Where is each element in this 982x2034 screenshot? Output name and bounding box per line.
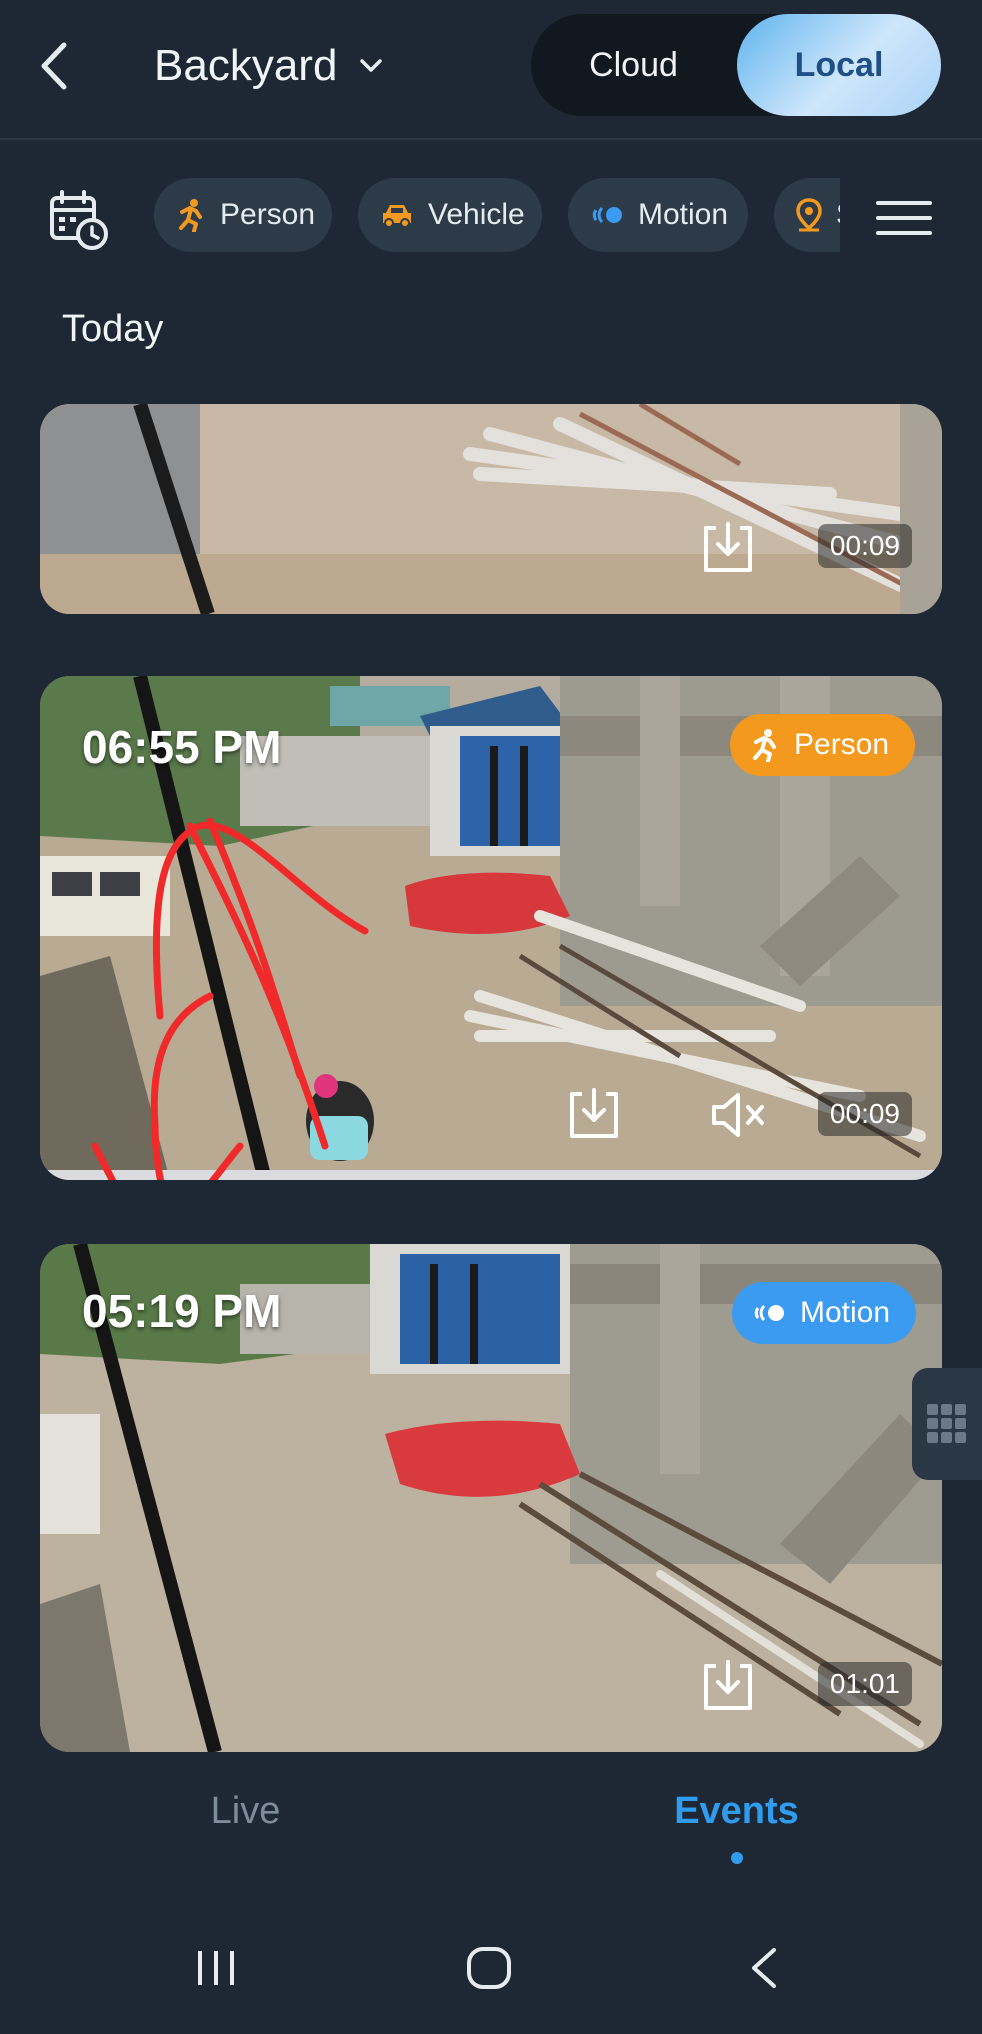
system-navigation-bar bbox=[0, 1902, 982, 2034]
local-tab[interactable]: Local bbox=[737, 14, 941, 116]
filter-chip-label: S bbox=[836, 198, 840, 232]
back-button[interactable] bbox=[30, 36, 78, 96]
location-pin-icon bbox=[796, 198, 822, 232]
camera-selector[interactable]: Backyard bbox=[154, 36, 383, 96]
grid-icon bbox=[927, 1404, 966, 1443]
chevron-down-icon bbox=[360, 59, 383, 72]
filter-chip-vehicle[interactable]: Vehicle bbox=[358, 178, 542, 252]
tab-events[interactable]: Events bbox=[491, 1790, 982, 1833]
cloud-tab[interactable]: Cloud bbox=[531, 14, 736, 116]
calendar-clock-icon bbox=[50, 190, 108, 250]
clip-duration: 00:09 bbox=[817, 1092, 912, 1136]
active-tab-indicator bbox=[731, 1852, 743, 1864]
download-icon[interactable] bbox=[566, 1086, 622, 1142]
person-running-icon bbox=[179, 199, 202, 232]
download-icon[interactable] bbox=[700, 520, 756, 576]
home-icon[interactable] bbox=[466, 1946, 512, 1990]
event-time: 06:55 PM bbox=[82, 721, 282, 773]
top-bar: Backyard Cloud Local bbox=[0, 0, 982, 140]
event-card[interactable]: 00:09 bbox=[40, 404, 942, 614]
bottom-navigation: Live Events bbox=[0, 1762, 982, 1902]
filter-chip-motion[interactable]: Motion bbox=[568, 178, 748, 252]
section-title-today: Today bbox=[62, 308, 164, 350]
filter-chip-sound[interactable]: S bbox=[774, 178, 840, 252]
filter-chip-label: Motion bbox=[638, 198, 729, 231]
person-running-icon bbox=[753, 729, 776, 762]
event-card[interactable]: 06:55 PM Person 00:09 bbox=[40, 676, 942, 1180]
event-thumbnail bbox=[40, 404, 942, 614]
calendar-button[interactable] bbox=[46, 188, 110, 252]
event-card[interactable]: 05:19 PM Motion 01:01 bbox=[40, 1244, 942, 1752]
storage-toggle: Cloud Local bbox=[531, 14, 941, 116]
filter-chip-label: Person bbox=[220, 198, 316, 231]
mute-icon[interactable] bbox=[710, 1090, 768, 1140]
event-type-label: Person bbox=[794, 728, 890, 761]
event-filter-bar: Person Vehicle Motion bbox=[0, 168, 982, 268]
download-icon[interactable] bbox=[700, 1658, 756, 1714]
filter-menu-button[interactable] bbox=[876, 188, 932, 248]
camera-title: Backyard bbox=[154, 41, 338, 90]
recent-apps-icon[interactable] bbox=[194, 1948, 238, 1988]
clip-duration: 01:01 bbox=[817, 1662, 912, 1706]
floating-grid-handle[interactable] bbox=[912, 1368, 982, 1480]
motion-icon bbox=[754, 1304, 784, 1322]
tab-live[interactable]: Live bbox=[0, 1790, 491, 1833]
app-screen: Backyard Cloud Local Person Vehicle Moti… bbox=[0, 0, 982, 2034]
system-back-icon[interactable] bbox=[748, 1946, 780, 1990]
event-type-badge: Person bbox=[730, 714, 916, 776]
filter-chip-label: Vehicle bbox=[428, 198, 525, 231]
menu-icon bbox=[876, 201, 932, 205]
filter-chips: Person Vehicle Motion bbox=[150, 178, 840, 258]
event-time: 05:19 PM bbox=[82, 1285, 282, 1337]
filter-chip-person[interactable]: Person bbox=[154, 178, 332, 252]
event-type-badge: Motion bbox=[732, 1282, 917, 1344]
clip-duration: 00:09 bbox=[817, 524, 912, 568]
event-type-label: Motion bbox=[800, 1296, 891, 1329]
car-icon bbox=[383, 205, 411, 228]
motion-icon bbox=[592, 206, 622, 224]
chevron-left-icon bbox=[41, 42, 67, 90]
